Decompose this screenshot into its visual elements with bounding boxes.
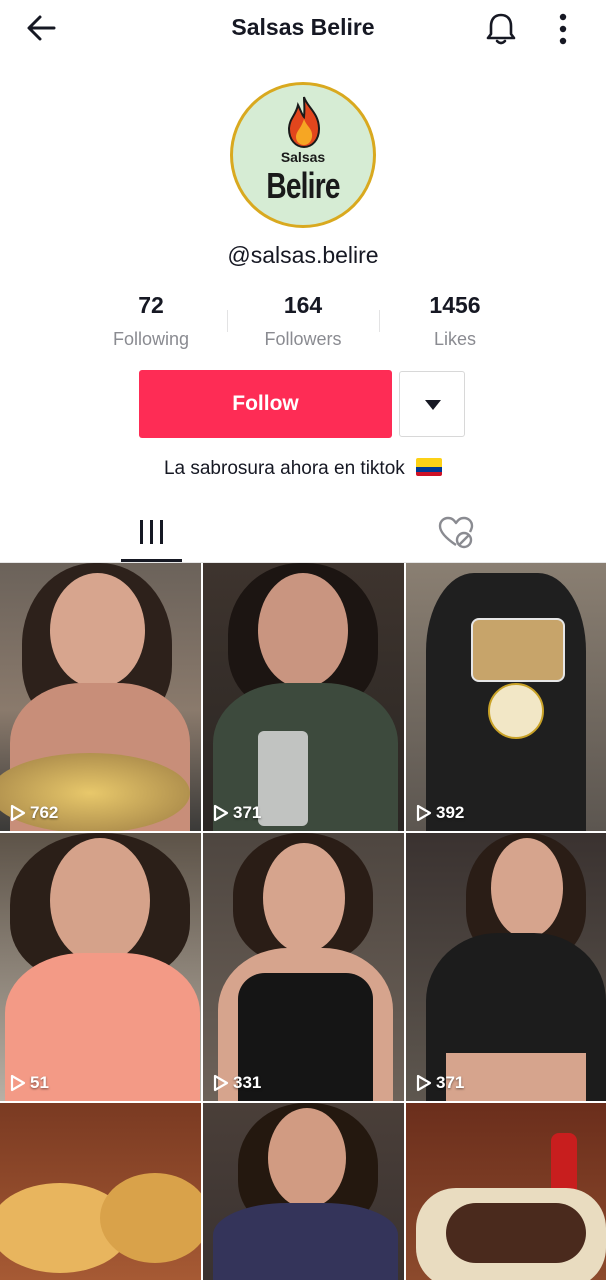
caret-down-icon xyxy=(425,400,441,410)
video-thumbnail[interactable]: 371 xyxy=(406,833,606,1101)
stat-following-label: Following xyxy=(112,329,190,349)
thumbnail-figure xyxy=(268,1108,346,1208)
thumbnail-figure xyxy=(263,843,345,953)
view-count: 331 xyxy=(213,1073,261,1093)
follow-button[interactable]: Follow xyxy=(139,370,392,438)
bread-food xyxy=(100,1173,201,1263)
food-container xyxy=(471,618,565,682)
notifications-button[interactable] xyxy=(482,10,520,48)
play-icon xyxy=(213,804,229,822)
top-bar: Salsas Belire xyxy=(0,0,606,58)
stat-followers-label: Followers xyxy=(264,329,342,349)
tab-liked-videos[interactable] xyxy=(436,514,476,550)
play-icon xyxy=(10,1074,26,1092)
view-count: 51 xyxy=(10,1073,49,1093)
bio-text: La sabrosura ahora en tiktok xyxy=(163,458,405,479)
video-thumbnail[interactable]: 371 xyxy=(203,563,404,831)
video-thumbnail[interactable]: 392 xyxy=(406,563,606,831)
view-count-value: 371 xyxy=(233,803,262,822)
view-count: 762 xyxy=(10,803,58,823)
stat-following[interactable]: 72 Following xyxy=(76,292,226,350)
avatar[interactable]: Salsas Belire xyxy=(230,82,376,228)
stat-following-value: 72 xyxy=(138,292,164,318)
video-thumbnail[interactable] xyxy=(406,1103,606,1280)
avatar-brand-top: Salsas xyxy=(280,149,326,165)
thumbnail-figure xyxy=(446,1053,586,1101)
stat-followers-value: 164 xyxy=(283,292,323,318)
thumbnail-figure xyxy=(50,573,145,688)
view-count: 392 xyxy=(416,803,464,823)
play-icon xyxy=(213,1074,229,1092)
video-thumbnail[interactable]: 51 xyxy=(0,833,201,1101)
flame-logo-icon xyxy=(287,96,321,149)
hidden-heart-icon xyxy=(438,516,474,549)
view-count: 371 xyxy=(416,1073,464,1093)
stat-followers[interactable]: 164 Followers xyxy=(228,292,378,350)
stat-likes-value: 1456 xyxy=(429,292,481,318)
more-options-button[interactable] xyxy=(548,10,578,48)
stat-likes[interactable]: 1456 Likes xyxy=(380,292,530,350)
thumbnail-figure xyxy=(491,838,563,938)
colombia-flag-icon xyxy=(416,458,443,476)
view-count-value: 51 xyxy=(30,1073,49,1092)
tacos-food xyxy=(446,1203,586,1263)
thumbnail-figure xyxy=(50,838,150,963)
play-icon xyxy=(416,1074,432,1092)
view-count-value: 392 xyxy=(436,803,465,822)
view-count-value: 331 xyxy=(233,1073,262,1092)
view-count-value: 371 xyxy=(436,1073,465,1092)
avatar-brand-name: Belire xyxy=(266,165,340,206)
more-vertical-icon xyxy=(559,13,567,45)
tab-videos[interactable] xyxy=(121,506,182,562)
thumbnail-figure xyxy=(258,573,348,688)
video-thumbnail[interactable] xyxy=(0,1103,201,1280)
video-thumbnail[interactable]: 762 xyxy=(0,563,201,831)
apron-logo xyxy=(488,683,544,739)
play-icon xyxy=(10,804,26,822)
stat-likes-label: Likes xyxy=(433,329,477,349)
profile-bio: La sabrosura ahora en tiktok xyxy=(0,458,606,480)
view-count-value: 762 xyxy=(30,803,59,822)
bell-icon xyxy=(486,13,516,45)
suggested-accounts-dropdown-button[interactable] xyxy=(399,371,465,437)
view-count: 371 xyxy=(213,803,261,823)
glass xyxy=(258,731,308,826)
profile-handle: @salsas.belire xyxy=(227,242,379,268)
grid-bars-icon xyxy=(140,520,163,544)
video-thumbnail[interactable]: 331 xyxy=(203,833,404,1101)
thumbnail-figure xyxy=(213,1203,398,1280)
play-icon xyxy=(416,804,432,822)
video-thumbnail[interactable] xyxy=(203,1103,404,1280)
